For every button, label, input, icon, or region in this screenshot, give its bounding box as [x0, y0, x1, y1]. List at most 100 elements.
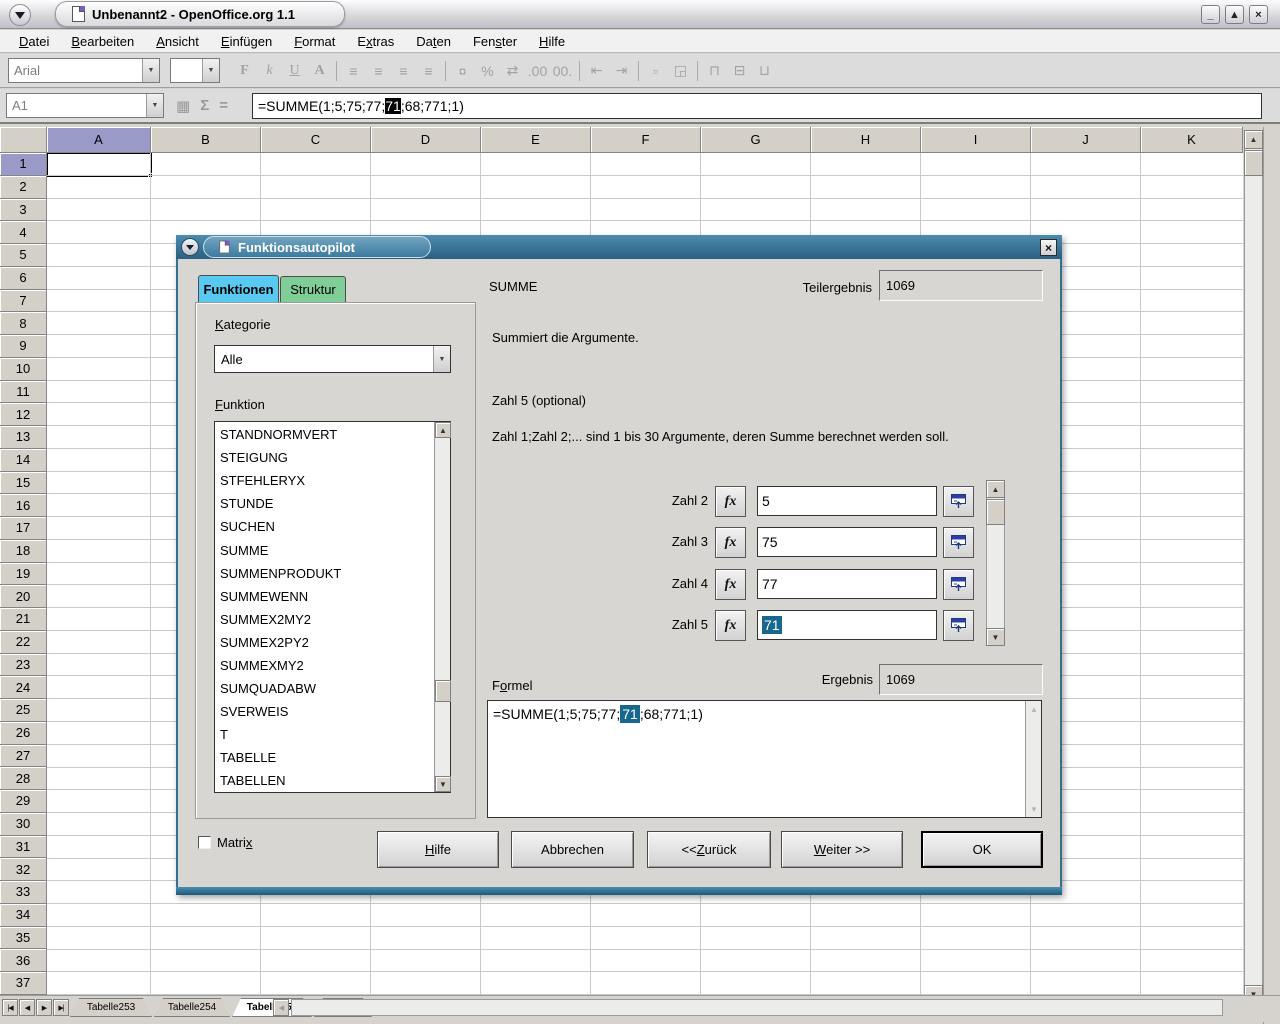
function-item-summenprodukt[interactable]: SUMMENPRODUKT: [216, 562, 433, 585]
close-button[interactable]: ×: [1249, 5, 1268, 24]
row-header-14[interactable]: 14: [0, 449, 47, 472]
function-item-summe[interactable]: SUMME: [216, 538, 433, 561]
row-header-28[interactable]: 28: [0, 767, 47, 790]
row-header-25[interactable]: 25: [0, 699, 47, 722]
sum-icon[interactable]: Σ: [200, 97, 209, 114]
scroll-up-icon[interactable]: ▲: [1244, 130, 1263, 149]
hilfe-button[interactable]: Hilfe: [377, 831, 499, 868]
scroll-down-icon[interactable]: ▼: [435, 776, 451, 792]
row-header-6[interactable]: 6: [0, 267, 47, 290]
row-header-35[interactable]: 35: [0, 927, 47, 950]
abbrechen-button[interactable]: Abbrechen: [511, 831, 634, 868]
column-header-d[interactable]: D: [371, 127, 481, 153]
column-header-h[interactable]: H: [811, 127, 921, 153]
function-list-scrollbar[interactable]: ▲ ▼: [434, 422, 450, 792]
column-header-b[interactable]: B: [151, 127, 261, 153]
dialog-close-button[interactable]: ×: [1040, 239, 1057, 256]
column-header-i[interactable]: I: [921, 127, 1031, 153]
row-header-3[interactable]: 3: [0, 199, 47, 222]
function-item-steigung[interactable]: STEIGUNG: [216, 446, 433, 469]
row-header-37[interactable]: 37: [0, 972, 47, 995]
row-header-34[interactable]: 34: [0, 904, 47, 927]
last-sheet-icon[interactable]: ▶|: [53, 999, 69, 1016]
function-item-summexmy2[interactable]: SUMMEXMY2: [216, 654, 433, 677]
menu-fenster[interactable]: Fenster: [462, 32, 528, 51]
row-header-32[interactable]: 32: [0, 858, 47, 881]
shrink-button[interactable]: [943, 486, 974, 517]
function-autopilot-icon[interactable]: ▦: [176, 97, 190, 115]
column-header-c[interactable]: C: [261, 127, 371, 153]
column-header-a[interactable]: A: [47, 127, 151, 153]
align-center-icon[interactable]: ≡: [366, 59, 391, 83]
first-sheet-icon[interactable]: |◀: [2, 999, 18, 1016]
function-item-suchen[interactable]: SUCHEN: [216, 515, 433, 538]
select-all-corner[interactable]: [0, 127, 47, 153]
background-color-icon[interactable]: ◲: [668, 59, 693, 83]
horizontal-scrollbar[interactable]: [291, 999, 1223, 1016]
minimize-button[interactable]: _: [1201, 5, 1220, 24]
column-header-f[interactable]: F: [591, 127, 701, 153]
font-color-icon[interactable]: A: [307, 59, 332, 83]
underline-icon[interactable]: U: [282, 59, 307, 83]
arg-input-4[interactable]: 77: [757, 569, 937, 599]
chevron-down-icon[interactable]: ▼: [433, 346, 450, 372]
row-header-26[interactable]: 26: [0, 722, 47, 745]
arg-input-2[interactable]: 5: [757, 486, 937, 516]
menu-daten[interactable]: Daten: [405, 32, 462, 51]
row-header-19[interactable]: 19: [0, 563, 47, 586]
add-decimal-icon[interactable]: .00: [525, 59, 550, 83]
align-justify-icon[interactable]: ≡: [416, 59, 441, 83]
scroll-up-icon[interactable]: ▲: [986, 480, 1005, 498]
percent-format-icon[interactable]: %: [475, 59, 500, 83]
tab-funktionen[interactable]: Funktionen: [198, 275, 279, 302]
window-menu-button[interactable]: [9, 4, 31, 26]
dialog-titlebar[interactable]: Funktionsautopilot ×: [176, 235, 1062, 259]
next-sheet-icon[interactable]: ▶: [36, 999, 52, 1016]
column-header-e[interactable]: E: [481, 127, 591, 153]
row-header-17[interactable]: 17: [0, 517, 47, 540]
vertical-scrollbar[interactable]: ▲ ▼: [1244, 130, 1263, 1004]
font-size-combo[interactable]: ▼: [170, 58, 220, 83]
bold-icon[interactable]: F: [232, 59, 257, 83]
row-header-13[interactable]: 13: [0, 426, 47, 449]
dialog-menu-button[interactable]: [181, 238, 199, 256]
formula-input[interactable]: =SUMME(1;5;75;77;71;68;771;1): [252, 93, 1262, 119]
row-header-33[interactable]: 33: [0, 881, 47, 904]
function-button[interactable]: fx: [715, 569, 746, 600]
row-header-16[interactable]: 16: [0, 494, 47, 517]
row-header-21[interactable]: 21: [0, 608, 47, 631]
menu-format[interactable]: Format: [283, 32, 346, 51]
maximize-button[interactable]: ▲: [1225, 5, 1244, 24]
matrix-checkbox[interactable]: [198, 836, 211, 849]
function-button[interactable]: fx: [715, 610, 746, 641]
function-item-summex2py2[interactable]: SUMMEX2PY2: [216, 631, 433, 654]
argument-scrollbar[interactable]: ▲ ▼: [986, 480, 1005, 646]
standard-format-icon[interactable]: ⇄: [500, 59, 525, 83]
function-item-standnormvert[interactable]: STANDNORMVERT: [216, 423, 433, 446]
scrollbar-thumb[interactable]: [986, 499, 1005, 525]
chevron-down-icon[interactable]: ▼: [202, 59, 219, 82]
function-item-stfehleryx[interactable]: STFEHLERYX: [216, 469, 433, 492]
row-header-30[interactable]: 30: [0, 813, 47, 836]
function-item-stunde[interactable]: STUNDE: [216, 492, 433, 515]
column-header-k[interactable]: K: [1141, 127, 1243, 153]
tab-struktur[interactable]: Struktur: [280, 276, 346, 302]
italic-icon[interactable]: k: [257, 59, 282, 83]
menu-hilfe[interactable]: Hilfe: [528, 32, 576, 51]
formula-scrollbar[interactable]: ▲ ▼: [1025, 701, 1041, 817]
row-header-4[interactable]: 4: [0, 221, 47, 244]
function-item-t[interactable]: T: [216, 723, 433, 746]
shrink-button[interactable]: [943, 610, 974, 641]
equals-icon[interactable]: =: [219, 97, 228, 114]
arg-input-3[interactable]: 75: [757, 527, 937, 557]
weiter-button[interactable]: Weiter >>: [781, 831, 903, 868]
row-header-10[interactable]: 10: [0, 358, 47, 381]
borders-icon[interactable]: ▫: [643, 59, 668, 83]
menu-bearbeiten[interactable]: Bearbeiten: [60, 32, 145, 51]
formula-textarea[interactable]: =SUMME(1;5;75;77;71;68;771;1) ▲ ▼: [487, 700, 1042, 818]
row-header-24[interactable]: 24: [0, 676, 47, 699]
function-list[interactable]: STANDNORMVERTSTEIGUNGSTFEHLERYXSTUNDESUC…: [214, 421, 451, 793]
category-combo[interactable]: Alle ▼: [214, 345, 451, 373]
row-header-1[interactable]: 1: [0, 153, 47, 176]
align-center-vert-icon[interactable]: ⊟: [727, 59, 752, 83]
